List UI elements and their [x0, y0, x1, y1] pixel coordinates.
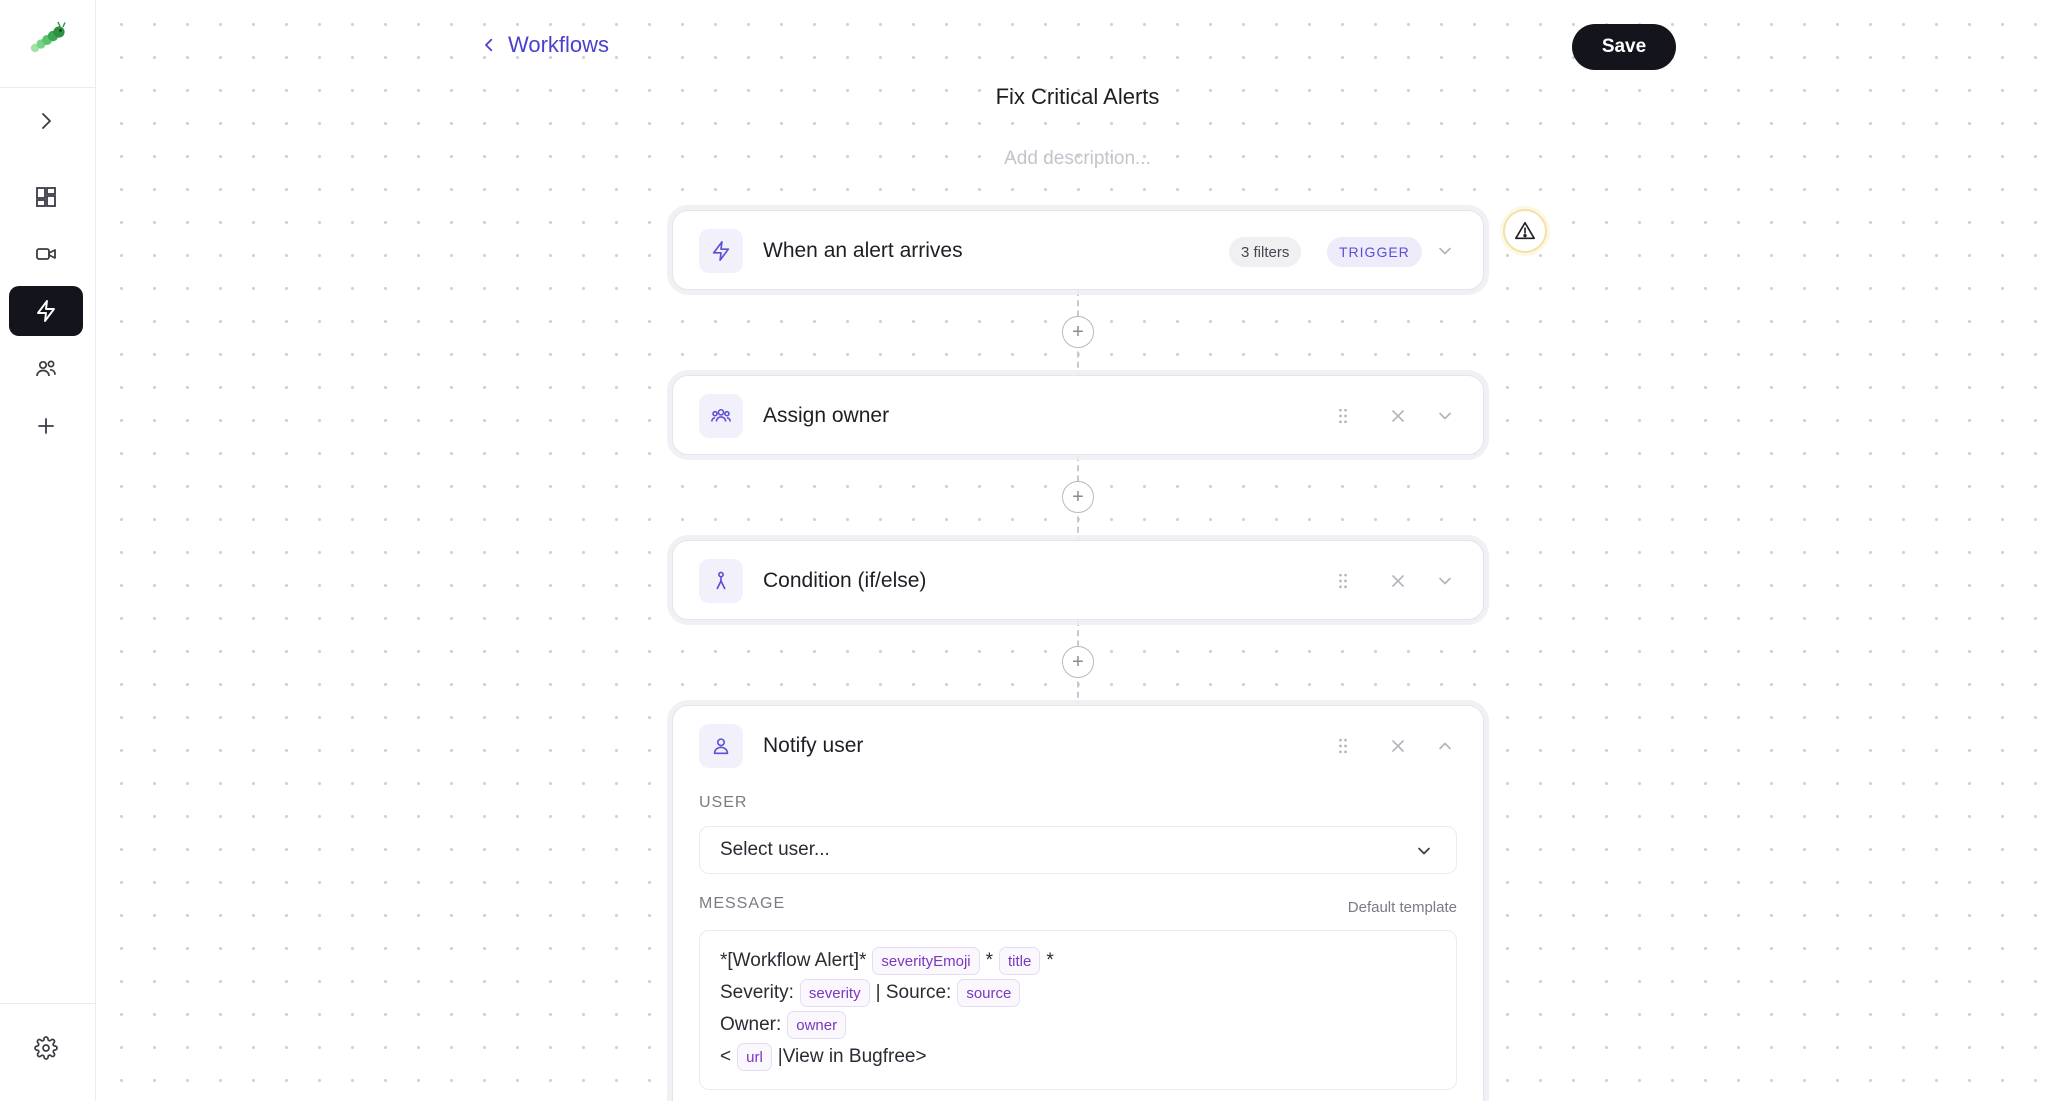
workflow-title-wrap: Fix Critical Alerts [0, 84, 2048, 110]
chevron-down-icon[interactable] [1433, 404, 1457, 428]
sidebar-add-button[interactable] [9, 401, 83, 451]
chevron-up-icon[interactable] [1433, 734, 1457, 758]
message-line: Severity: severity | Source: source [720, 977, 1436, 1009]
drag-handle-icon[interactable] [1331, 404, 1355, 428]
message-text: Severity: [720, 982, 794, 1003]
message-text: < [720, 1046, 732, 1067]
video-camera-icon [36, 248, 56, 260]
user-select-value: Select user... [720, 839, 830, 860]
warning-button[interactable] [1503, 209, 1547, 253]
chevron-right-icon [42, 113, 51, 129]
lightning-icon [37, 300, 55, 322]
assign-owner-step-card[interactable]: Assign owner [672, 375, 1484, 455]
close-icon[interactable] [1386, 734, 1410, 758]
sidebar-item-settings[interactable] [9, 1023, 83, 1073]
chevron-left-icon [485, 38, 493, 52]
message-text: *[Workflow Alert]* [720, 950, 867, 971]
condition-step-card[interactable]: Condition (if/else) [672, 540, 1484, 620]
lightning-icon [699, 229, 743, 273]
variable-chip[interactable]: title [999, 947, 1041, 975]
back-to-workflows-link[interactable]: Workflows [480, 32, 609, 58]
message-field-label: MESSAGE [699, 895, 786, 912]
step-title: Condition (if/else) [763, 569, 927, 592]
step-title: Notify user [763, 734, 864, 757]
step-title: When an alert arrives [763, 239, 963, 262]
message-line: *[Workflow Alert]* severityEmoji * title… [720, 945, 1436, 977]
variable-chip[interactable]: severity [799, 979, 870, 1007]
chevron-down-icon [1418, 847, 1430, 855]
drag-handle-icon[interactable] [1331, 734, 1355, 758]
message-line: < url |View in Bugfree> [720, 1041, 1436, 1073]
gear-icon [34, 1036, 58, 1060]
default-template-link[interactable]: Default template [1348, 899, 1457, 916]
message-text: * [1046, 950, 1054, 971]
users-icon [36, 360, 56, 377]
message-text: | Source: [875, 982, 952, 1003]
close-icon[interactable] [1386, 569, 1410, 593]
variable-chip[interactable]: severityEmoji [872, 947, 980, 975]
step-title: Assign owner [763, 404, 890, 427]
sidebar-item-recordings[interactable] [9, 229, 83, 279]
sidebar [0, 0, 96, 1101]
close-icon[interactable] [1386, 404, 1410, 428]
variable-chip[interactable]: source [957, 979, 1021, 1007]
user-field-label: USER [699, 794, 748, 811]
message-line: Owner: owner [720, 1009, 1436, 1041]
plus-icon [38, 418, 54, 434]
add-step-button[interactable]: + [1062, 316, 1094, 348]
trigger-step-card[interactable]: When an alert arrives 3 filters TRIGGER [672, 210, 1484, 290]
description-input[interactable]: Add description... [1000, 148, 1155, 170]
variable-chip[interactable]: url [737, 1043, 772, 1071]
drag-handle-icon[interactable] [1331, 569, 1355, 593]
add-step-button[interactable]: + [1062, 481, 1094, 513]
chevron-down-icon[interactable] [1433, 569, 1457, 593]
workflow-title[interactable]: Fix Critical Alerts [996, 84, 1160, 110]
sidebar-item-team[interactable] [9, 344, 83, 394]
branch-icon [699, 559, 743, 603]
trigger-badge: TRIGGER [1327, 237, 1422, 267]
sidebar-item-workflows[interactable] [9, 286, 83, 336]
variable-chip[interactable]: owner [787, 1011, 847, 1039]
caterpillar-logo[interactable] [26, 20, 70, 56]
dashboard-icon [36, 187, 56, 207]
warning-icon [1515, 221, 1535, 240]
user-select[interactable]: Select user... [699, 826, 1457, 874]
notify-user-step-card[interactable]: Notify user USER Select user... MESSAGE … [672, 705, 1484, 1101]
message-editor[interactable]: *[Workflow Alert]* severityEmoji * title… [699, 930, 1457, 1090]
user-icon [699, 724, 743, 768]
message-text: * [985, 950, 994, 971]
add-step-button[interactable]: + [1062, 646, 1094, 678]
chevron-down-icon[interactable] [1433, 239, 1457, 263]
message-text: |View in Bugfree> [777, 1046, 927, 1067]
users-icon [699, 394, 743, 438]
save-button[interactable]: Save [1572, 24, 1676, 70]
sidebar-divider [0, 1003, 96, 1004]
message-text: Owner: [720, 1014, 782, 1035]
filters-badge[interactable]: 3 filters [1229, 237, 1302, 267]
sidebar-item-dashboard[interactable] [9, 172, 83, 222]
back-link-label: Workflows [508, 32, 610, 57]
